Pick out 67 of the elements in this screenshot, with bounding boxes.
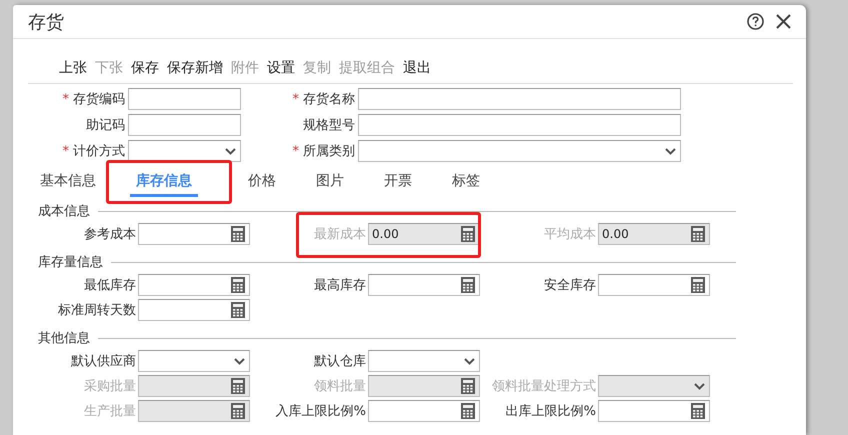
- field-label: * 存货编码: [62, 91, 125, 108]
- section-title: 其他信息: [38, 330, 90, 347]
- input-field[interactable]: [368, 400, 480, 422]
- field-label: 最低库存: [83, 277, 136, 294]
- field-label: 最新成本: [313, 226, 366, 243]
- required-mark: *: [62, 92, 69, 107]
- toolbar-button[interactable]: 设置: [264, 57, 298, 79]
- calculator-icon[interactable]: [231, 302, 245, 318]
- field-label: 生产批量: [83, 403, 136, 420]
- chevron-down-icon[interactable]: [234, 358, 245, 364]
- field-label: * 所属类别: [292, 143, 355, 160]
- close-icon[interactable]: [776, 14, 791, 29]
- toolbar-button[interactable]: 上张: [56, 57, 90, 79]
- field-label: 平均成本: [543, 226, 596, 243]
- field-label: 参考成本: [83, 226, 136, 243]
- calculator-icon[interactable]: [231, 277, 245, 293]
- field-label: 默认供应商: [70, 353, 136, 370]
- tab[interactable]: 标签: [446, 172, 486, 197]
- tab[interactable]: 价格: [242, 172, 282, 197]
- section-title: 库存量信息: [38, 254, 103, 271]
- input-field[interactable]: [138, 274, 250, 296]
- field-label: * 计价方式: [62, 143, 125, 160]
- input-field[interactable]: [368, 274, 480, 296]
- field-label: 规格型号: [302, 117, 355, 134]
- field-label: 默认仓库: [313, 353, 366, 370]
- help-icon[interactable]: [747, 13, 764, 30]
- field-label: 标准周转天数: [57, 302, 136, 319]
- calculator-icon[interactable]: [461, 277, 475, 293]
- section-title: 成本信息: [38, 203, 90, 220]
- field-label: 出库上限比例%: [504, 403, 596, 420]
- field-label: 最高库存: [313, 277, 366, 294]
- calculator-icon[interactable]: [231, 226, 245, 242]
- input-field[interactable]: [128, 114, 241, 136]
- input-field[interactable]: [598, 274, 710, 296]
- field-label: 助记码: [85, 117, 125, 134]
- required-mark: *: [292, 92, 299, 107]
- select-field[interactable]: [358, 140, 681, 162]
- input-field[interactable]: [138, 299, 250, 321]
- field-label: 入库上限比例%: [274, 403, 366, 420]
- field-label: 安全库存: [543, 277, 596, 294]
- field-label: * 存货名称: [292, 91, 355, 108]
- toolbar-button[interactable]: 保存: [128, 57, 162, 79]
- tab[interactable]: 图片: [310, 172, 350, 197]
- calculator-icon[interactable]: [691, 277, 705, 293]
- toolbar-button[interactable]: 退出: [400, 57, 434, 79]
- input-field[interactable]: [128, 88, 241, 110]
- toolbar-button[interactable]: 保存新增: [164, 57, 226, 79]
- required-mark: *: [62, 144, 69, 159]
- required-mark: *: [292, 144, 299, 159]
- chevron-down-icon[interactable]: [464, 358, 475, 364]
- calculator-icon[interactable]: [461, 403, 475, 419]
- field-label: 采购批量: [83, 378, 136, 395]
- chevron-down-icon[interactable]: [225, 148, 236, 154]
- input-field[interactable]: [358, 114, 681, 136]
- select-field[interactable]: [138, 350, 250, 372]
- input-field[interactable]: [598, 400, 710, 422]
- calculator-icon[interactable]: [691, 403, 705, 419]
- tab[interactable]: 基本信息: [34, 172, 102, 197]
- input-field[interactable]: [358, 88, 681, 110]
- input-field[interactable]: [138, 223, 250, 245]
- tab[interactable]: 开票: [378, 172, 418, 197]
- select-field[interactable]: [128, 140, 241, 162]
- select-field[interactable]: [368, 350, 480, 372]
- window-title: 存货: [28, 10, 64, 34]
- field-label: 领料批量: [313, 378, 366, 395]
- field-label: 领料批量处理方式: [491, 378, 596, 395]
- chevron-down-icon[interactable]: [665, 148, 676, 154]
